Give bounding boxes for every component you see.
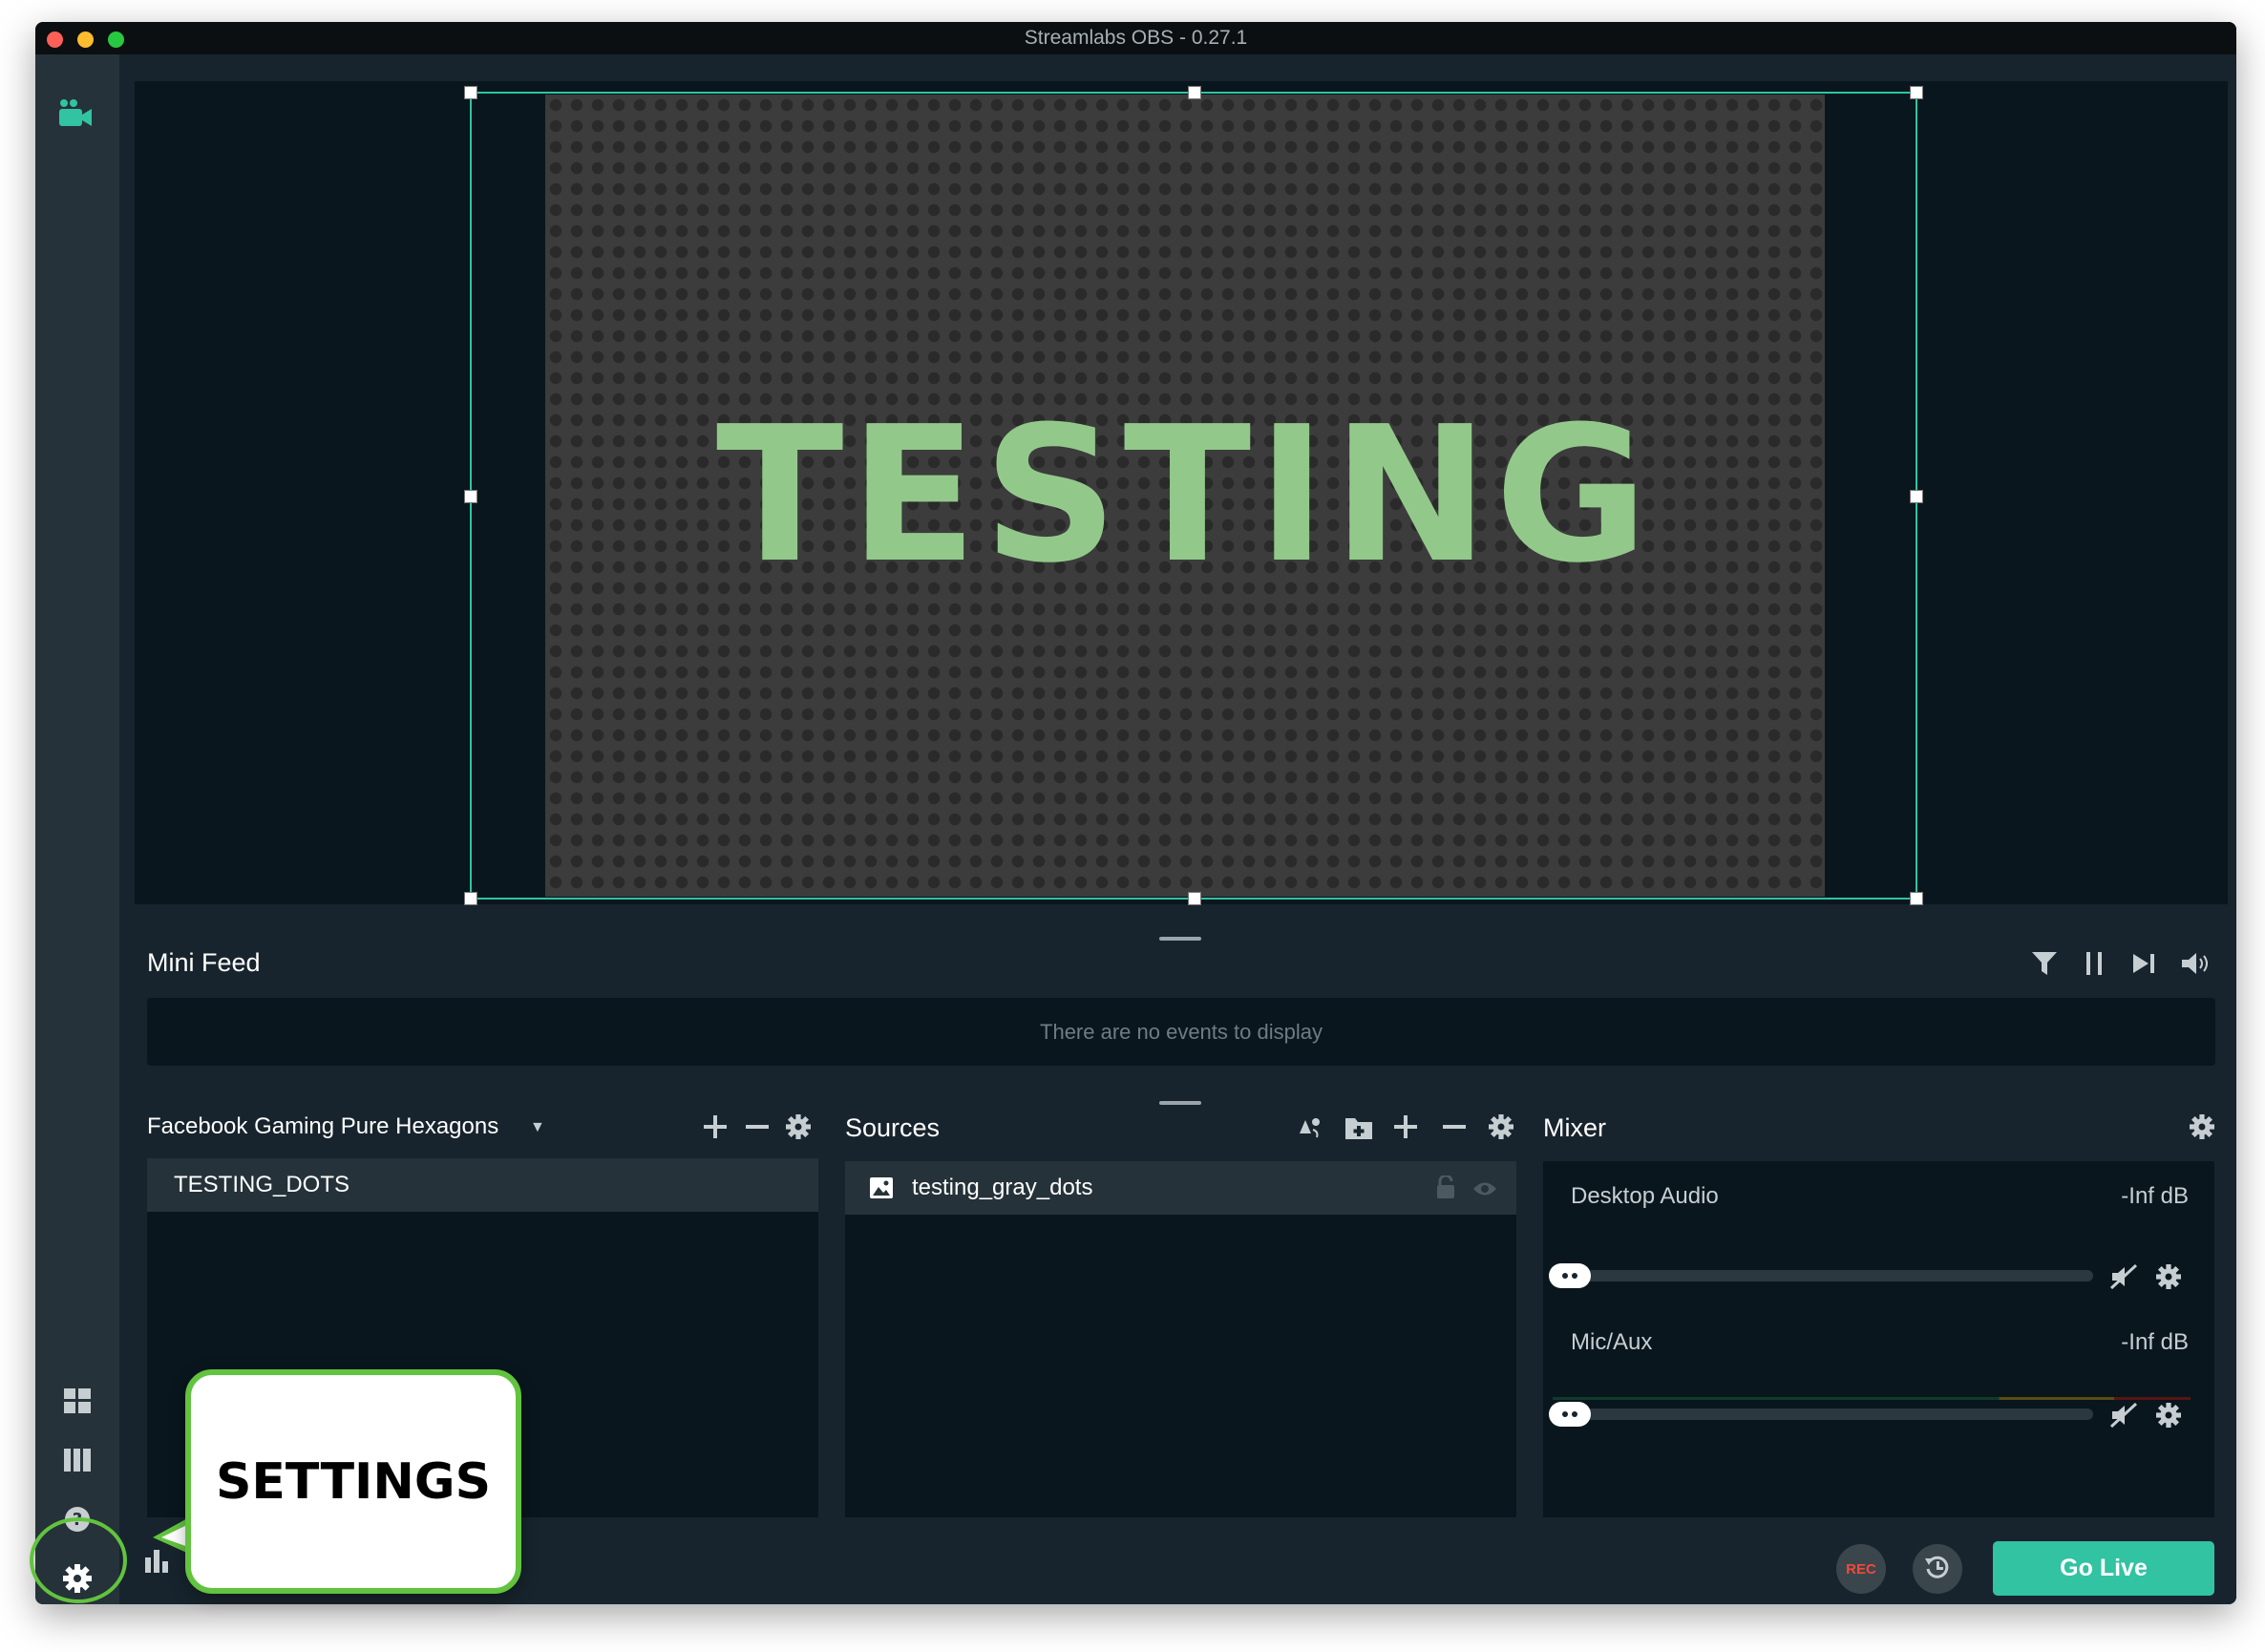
selective-recording-icon[interactable] bbox=[1296, 1114, 1323, 1143]
settings-highlight-ring bbox=[30, 1517, 127, 1603]
mixer-channel-name: Mic/Aux bbox=[1571, 1329, 1653, 1355]
go-live-button[interactable]: Go Live bbox=[1993, 1541, 2214, 1596]
resize-handle-left[interactable] bbox=[464, 490, 477, 503]
window-title: Streamlabs OBS - 0.27.1 bbox=[1024, 27, 1248, 49]
mic-aux-volume-knob[interactable] bbox=[1549, 1402, 1591, 1427]
skip-icon[interactable] bbox=[2133, 952, 2156, 979]
mixer-channel-name: Desktop Audio bbox=[1571, 1183, 1719, 1209]
source-item-selected[interactable]: testing_gray_dots bbox=[845, 1161, 1516, 1215]
go-live-label: Go Live bbox=[2060, 1555, 2148, 1581]
mixer-settings-gear-icon[interactable] bbox=[2190, 1114, 2214, 1143]
mic-aux-level-meter bbox=[1553, 1397, 2191, 1400]
record-button-label: REC bbox=[1846, 1560, 1876, 1578]
minifeed-resize-grip[interactable] bbox=[1159, 937, 1201, 941]
stream-preview[interactable]: TESTING bbox=[135, 81, 2228, 905]
minifeed-events-box: There are no events to display bbox=[147, 998, 2215, 1066]
scene-collection-title[interactable]: Facebook Gaming Pure Hexagons bbox=[147, 1113, 498, 1140]
add-scene-plus-icon[interactable] bbox=[704, 1115, 727, 1142]
filter-icon[interactable] bbox=[2032, 952, 2057, 979]
scene-item-label: TESTING_DOTS bbox=[174, 1172, 350, 1197]
maximize-window-button[interactable] bbox=[108, 32, 124, 48]
record-button[interactable]: REC bbox=[1836, 1544, 1886, 1594]
resize-handle-top-left[interactable] bbox=[464, 86, 477, 99]
app-window: Streamlabs OBS - 0.27.1 ? TESTING Mini F… bbox=[35, 22, 2236, 1604]
columns-icon[interactable] bbox=[58, 1441, 96, 1479]
mixer-channel-level: -Inf dB bbox=[2121, 1329, 2189, 1355]
add-folder-icon[interactable] bbox=[1345, 1114, 1372, 1143]
resize-handle-top-right[interactable] bbox=[1910, 86, 1923, 99]
remove-source-minus-icon[interactable] bbox=[1443, 1115, 1466, 1142]
dock-resize-grip[interactable] bbox=[1159, 1101, 1201, 1105]
mic-aux-settings-gear-icon[interactable] bbox=[2156, 1403, 2181, 1432]
image-icon bbox=[870, 1177, 893, 1198]
add-source-plus-icon[interactable] bbox=[1394, 1115, 1417, 1142]
mixer-channel-level: -Inf dB bbox=[2121, 1183, 2189, 1209]
resize-handle-bottom-left[interactable] bbox=[464, 892, 477, 905]
source-selection-box[interactable] bbox=[464, 86, 1923, 905]
minimize-window-button[interactable] bbox=[77, 32, 94, 48]
desktop-audio-volume-slider[interactable] bbox=[1553, 1270, 2093, 1281]
source-item-label: testing_gray_dots bbox=[912, 1175, 1093, 1200]
mute-speaker-icon[interactable] bbox=[2109, 1263, 2138, 1294]
sources-title: Sources bbox=[845, 1113, 941, 1142]
desktop-audio-settings-gear-icon[interactable] bbox=[2156, 1264, 2181, 1294]
mixer-title: Mixer bbox=[1543, 1113, 1606, 1142]
replay-buffer-button[interactable] bbox=[1913, 1544, 1962, 1594]
studio-camera-icon[interactable] bbox=[56, 95, 95, 133]
minifeed-empty-message: There are no events to display bbox=[1040, 1019, 1323, 1044]
desktop-audio-volume-knob[interactable] bbox=[1549, 1263, 1591, 1288]
title-bar: Streamlabs OBS - 0.27.1 bbox=[35, 22, 2236, 54]
resize-handle-bottom-right[interactable] bbox=[1910, 892, 1923, 905]
close-window-button[interactable] bbox=[47, 32, 63, 48]
source-settings-gear-icon[interactable] bbox=[1489, 1114, 1514, 1143]
mute-speaker-icon[interactable] bbox=[2109, 1402, 2138, 1432]
mic-aux-volume-slider[interactable] bbox=[1553, 1408, 2093, 1420]
minifeed-title: Mini Feed bbox=[147, 948, 261, 977]
settings-callout: SETTINGS bbox=[185, 1369, 521, 1594]
scene-settings-gear-icon[interactable] bbox=[786, 1114, 811, 1143]
mixer-panel: Desktop Audio -Inf dB Mic/Aux -Inf dB bbox=[1543, 1161, 2214, 1517]
resize-handle-top[interactable] bbox=[1188, 86, 1201, 99]
replay-history-icon bbox=[1924, 1554, 1951, 1585]
resize-handle-right[interactable] bbox=[1910, 490, 1923, 503]
scene-item-selected[interactable]: TESTING_DOTS bbox=[147, 1158, 818, 1212]
sources-list: testing_gray_dots bbox=[845, 1161, 1516, 1517]
side-nav: ? bbox=[35, 54, 119, 1604]
scene-collection-chevron-down-icon[interactable]: ▼ bbox=[530, 1120, 545, 1135]
resize-handle-bottom[interactable] bbox=[1188, 892, 1201, 905]
callout-label: SETTINGS bbox=[215, 1452, 492, 1511]
pause-icon[interactable] bbox=[2085, 952, 2104, 979]
layout-grid-icon[interactable] bbox=[58, 1382, 96, 1420]
volume-icon[interactable] bbox=[2182, 952, 2211, 979]
remove-scene-minus-icon[interactable] bbox=[746, 1115, 769, 1142]
visibility-eye-icon[interactable] bbox=[1472, 1177, 1497, 1204]
lock-icon[interactable] bbox=[1436, 1174, 1455, 1205]
